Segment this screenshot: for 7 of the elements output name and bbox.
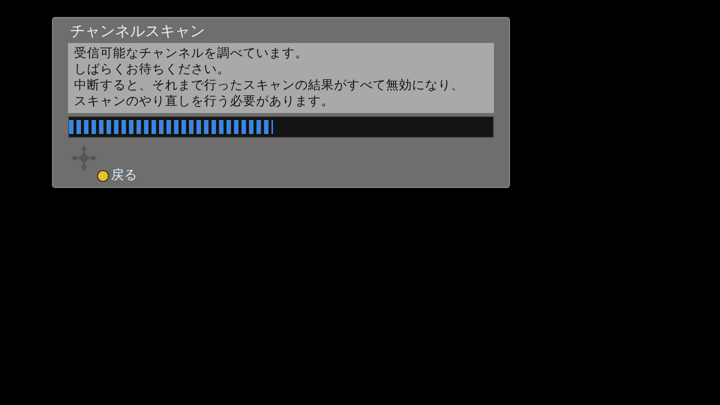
back-label: 戻る bbox=[111, 168, 137, 184]
dpad-icon bbox=[70, 144, 98, 172]
message-line: 中断すると、それまで行ったスキャンの結果がすべて無効になり、 bbox=[74, 77, 465, 93]
message-line: スキャンのやり直しを行う必要があります。 bbox=[74, 93, 335, 109]
message-line: 受信可能なチャンネルを調べています。 bbox=[74, 45, 309, 61]
message-line: しばらくお待ちください。 bbox=[74, 61, 231, 77]
dialog-title: チャンネルスキャン bbox=[69, 21, 206, 42]
